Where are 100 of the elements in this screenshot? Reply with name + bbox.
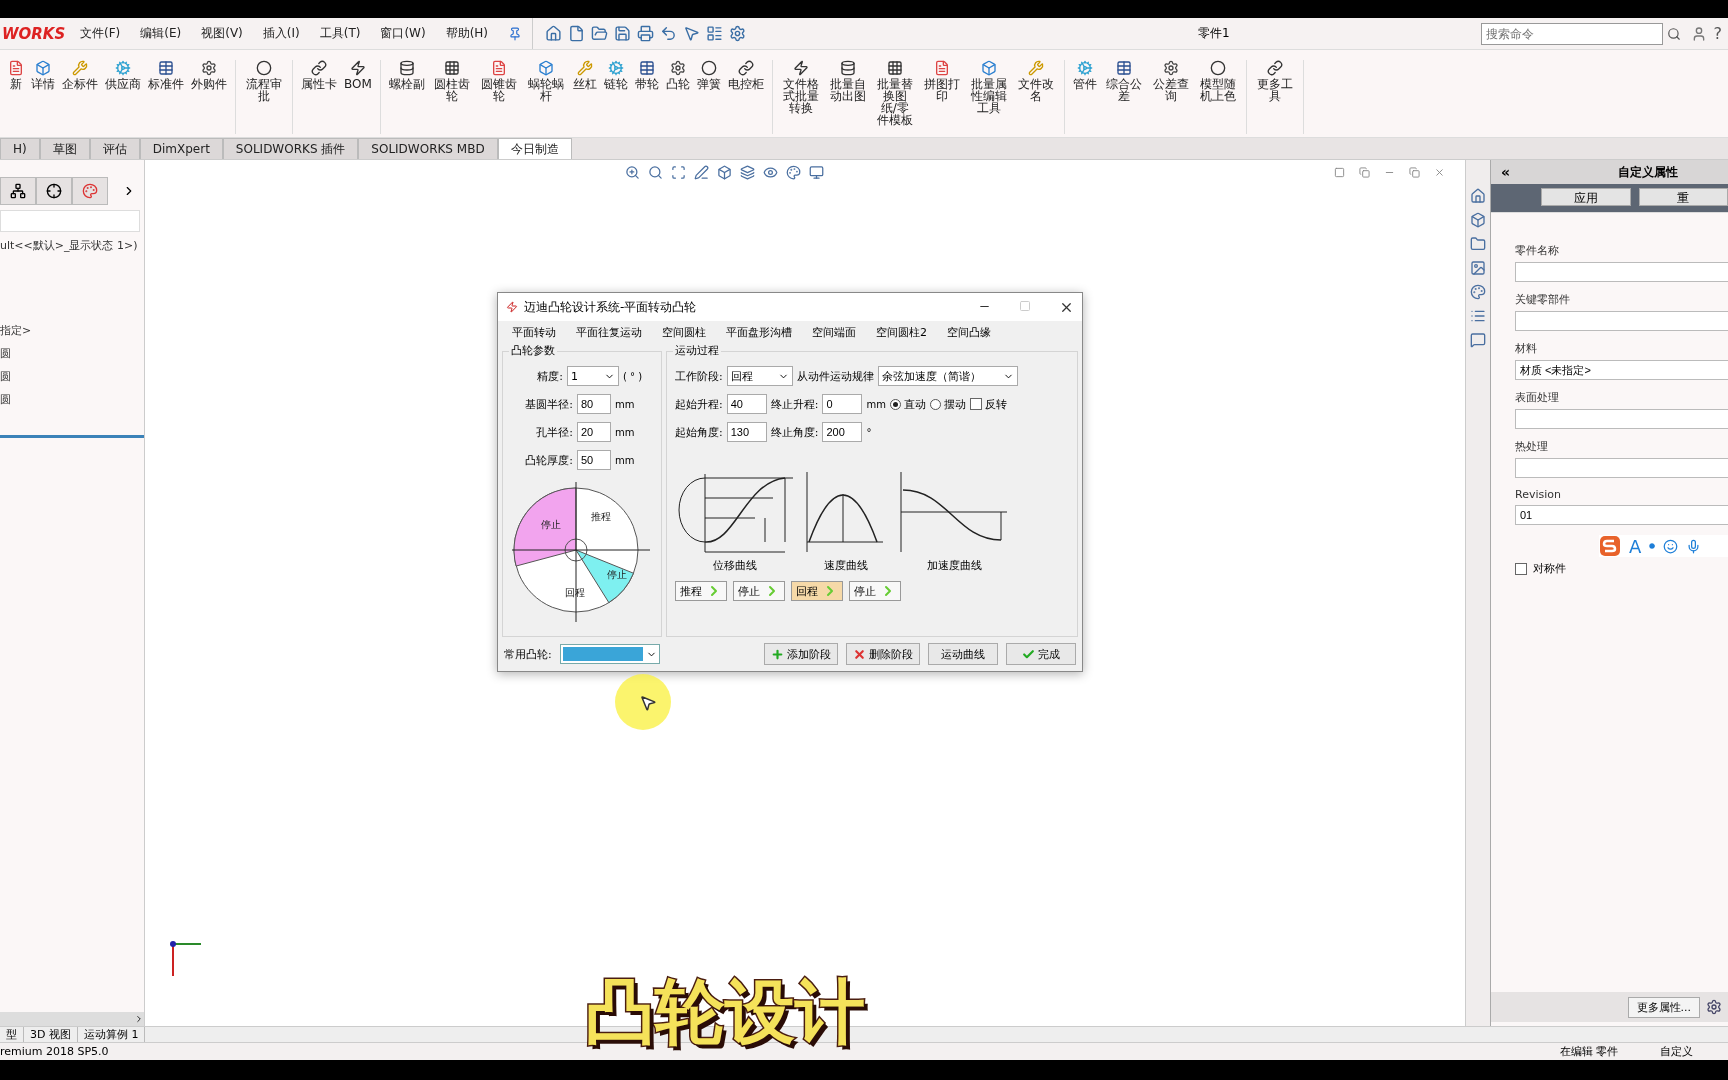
motion-law-select[interactable]: 余弦加速度（简谐） xyxy=(877,366,1018,386)
ribbon-button[interactable]: 新 xyxy=(8,60,24,134)
filter-field[interactable] xyxy=(0,210,140,232)
zoom-icon[interactable] xyxy=(625,164,640,180)
tree-item[interactable]: 圆 xyxy=(0,369,144,384)
panel-button[interactable]: 应用 xyxy=(1541,188,1631,206)
pin-icon[interactable] xyxy=(508,26,523,41)
home-icon[interactable] xyxy=(545,25,563,42)
layers-icon[interactable] xyxy=(740,164,755,180)
ribbon-button[interactable]: 流程审批 xyxy=(244,60,284,134)
menu-item[interactable]: 插入(I) xyxy=(262,25,300,42)
list-icon[interactable] xyxy=(706,25,724,42)
ribbon-button[interactable]: 拼图打印 xyxy=(921,60,962,134)
menu-item[interactable]: 工具(T) xyxy=(319,25,361,42)
ribbon-button[interactable]: 外购件 xyxy=(191,60,227,134)
scrollbar[interactable] xyxy=(0,1012,144,1026)
dialog-button[interactable]: 完成 xyxy=(1006,643,1076,665)
search-field[interactable]: 搜索命令 xyxy=(1481,22,1664,45)
ribbon-button[interactable]: 模型随机上色 xyxy=(1197,60,1238,134)
ribbon-button[interactable]: 综合公差 xyxy=(1103,60,1144,134)
command-tab[interactable]: H) xyxy=(0,138,40,159)
radio-button[interactable] xyxy=(889,398,901,410)
eye-icon[interactable] xyxy=(763,164,778,180)
printer-icon[interactable] xyxy=(637,25,655,42)
ribbon-button[interactable]: 属性卡 xyxy=(301,60,337,134)
ribbon-button[interactable]: 丝杠 xyxy=(572,60,597,134)
ribbon-button[interactable]: 螺栓副 xyxy=(388,60,425,134)
property-field[interactable] xyxy=(1515,409,1728,429)
cam-select[interactable] xyxy=(559,644,660,664)
precision-select[interactable]: 1 xyxy=(567,366,619,386)
ime-logo-icon[interactable] xyxy=(1599,535,1621,557)
panel-button[interactable]: 重 xyxy=(1638,188,1728,206)
ribbon-button[interactable]: 弹簧 xyxy=(696,60,721,134)
ribbon-button[interactable]: 供应商 xyxy=(105,60,141,134)
radio-option[interactable]: 摆动 xyxy=(929,396,966,412)
checkbox[interactable] xyxy=(969,398,982,410)
ribbon-button[interactable]: 企标件 xyxy=(62,60,98,134)
crosshair-tab[interactable] xyxy=(36,177,72,205)
ribbon-button[interactable]: 圆锥齿轮 xyxy=(478,60,519,134)
tile-icon[interactable] xyxy=(1359,166,1370,178)
stage-select[interactable]: 回程 xyxy=(726,366,793,386)
radio-option[interactable]: 直动 xyxy=(889,396,926,412)
property-field[interactable] xyxy=(1515,311,1728,331)
cube-icon[interactable] xyxy=(1470,212,1486,228)
ribbon-button[interactable]: 公差查询 xyxy=(1150,60,1191,134)
tree-item[interactable]: 指定> xyxy=(0,323,144,338)
ime-mode-button[interactable]: A xyxy=(1629,535,1642,557)
ribbon-button[interactable]: 管件 xyxy=(1072,60,1097,134)
more-properties-button[interactable]: 更多属性... xyxy=(1627,996,1700,1018)
command-tab[interactable]: SOLIDWORKS 插件 xyxy=(222,138,359,159)
ribbon-button[interactable]: 带轮 xyxy=(634,60,659,134)
tree-tab[interactable] xyxy=(0,177,36,205)
pointer-icon[interactable] xyxy=(683,25,701,42)
pen-icon[interactable] xyxy=(694,164,709,180)
dialog-menu-item[interactable]: 平面盘形沟槽 xyxy=(726,324,792,340)
dialog-button[interactable]: 删除阶段 xyxy=(846,643,920,665)
collapse-button[interactable]: « xyxy=(1491,164,1521,180)
number-field[interactable]: 80 xyxy=(577,394,611,414)
menu-item[interactable]: 文件(F) xyxy=(80,25,121,42)
settings-icon[interactable] xyxy=(729,25,747,42)
dialog-menu-item[interactable]: 空间圆柱2 xyxy=(876,324,927,340)
phase-button[interactable]: 推程 xyxy=(675,581,727,601)
ribbon-button[interactable]: 标准件 xyxy=(148,60,184,134)
phase-button[interactable]: 回程 xyxy=(791,581,843,601)
radio-button[interactable] xyxy=(929,398,941,410)
phase-button[interactable]: 停止 xyxy=(733,581,785,601)
folder-icon[interactable] xyxy=(1470,236,1486,252)
property-field[interactable] xyxy=(1515,262,1728,282)
menu-item[interactable]: 窗口(W) xyxy=(380,25,426,42)
ribbon-button[interactable]: 批量替换图纸/零件模板 xyxy=(874,60,915,134)
chat-icon[interactable] xyxy=(1470,332,1486,348)
ribbon-button[interactable]: 文件格式批量转换 xyxy=(780,60,821,134)
tree-item[interactable]: 圆 xyxy=(0,346,144,361)
list-icon[interactable] xyxy=(1470,308,1486,324)
ribbon-button[interactable]: 圆柱齿轮 xyxy=(431,60,472,134)
command-tab[interactable]: 今日制造 xyxy=(497,138,572,159)
dialog-menu-item[interactable]: 空间端面 xyxy=(812,324,856,340)
ribbon-button[interactable]: 批量自动出图 xyxy=(827,60,868,134)
monitor-icon[interactable] xyxy=(809,164,824,180)
number-field[interactable]: 0 xyxy=(822,394,863,414)
scan-icon[interactable] xyxy=(671,164,686,180)
ribbon-button[interactable]: 蜗轮蜗杆 xyxy=(525,60,566,134)
command-tab[interactable]: SOLIDWORKS MBD xyxy=(358,138,498,159)
checkbox-option[interactable]: 反转 xyxy=(969,396,1007,412)
phase-button[interactable]: 停止 xyxy=(849,581,901,601)
command-tab[interactable]: 草图 xyxy=(39,138,90,159)
number-field[interactable]: 50 xyxy=(577,450,611,470)
palette-icon[interactable] xyxy=(1470,284,1486,300)
checkbox-option[interactable]: 对称件 xyxy=(1515,561,1728,576)
save-icon[interactable] xyxy=(614,25,632,42)
property-field[interactable]: 01 xyxy=(1515,505,1728,525)
search-icon[interactable] xyxy=(648,164,663,180)
checkbox[interactable] xyxy=(1515,562,1527,575)
dialog-menu-item[interactable]: 空间圆柱 xyxy=(662,324,706,340)
dialog-button[interactable]: 运动曲线 xyxy=(928,643,998,665)
cube-icon[interactable] xyxy=(717,164,732,180)
image-icon[interactable] xyxy=(1470,260,1486,276)
ribbon-button[interactable]: 电控柜 xyxy=(727,60,764,134)
palette-icon[interactable] xyxy=(786,164,801,180)
microphone-icon[interactable] xyxy=(1686,538,1702,554)
